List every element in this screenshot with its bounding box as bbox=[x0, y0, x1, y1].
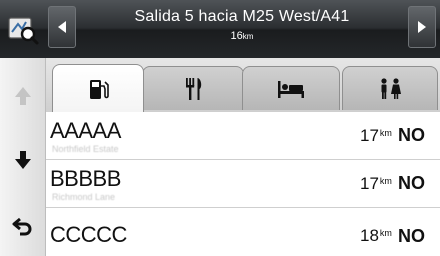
lodging-icon bbox=[278, 80, 304, 98]
category-tabs bbox=[46, 58, 440, 112]
exit-distance-unit: km bbox=[242, 32, 254, 41]
poi-distance-unit: km bbox=[379, 128, 392, 138]
next-exit-button[interactable] bbox=[408, 6, 436, 48]
arrow-left-icon bbox=[58, 21, 66, 33]
tab-restroom[interactable] bbox=[342, 66, 438, 110]
left-rail bbox=[0, 58, 46, 256]
previous-exit-button[interactable] bbox=[48, 6, 76, 48]
poi-direction: NO bbox=[398, 173, 425, 193]
list-item[interactable]: BBBBB Richmond Lane 17km NO bbox=[46, 160, 440, 208]
exit-title: Salida 5 hacia M25 West/A41 bbox=[134, 8, 350, 25]
scroll-down-button[interactable] bbox=[0, 130, 46, 190]
poi-distance-value: 18 bbox=[360, 226, 379, 245]
exit-distance: 16km bbox=[80, 30, 404, 42]
map-search-icon bbox=[8, 17, 39, 45]
back-button[interactable] bbox=[0, 196, 46, 256]
scroll-up-button[interactable] bbox=[0, 66, 46, 126]
header-bar: Salida 5 hacia M25 West/A41 16km bbox=[0, 0, 440, 58]
tab-lodging[interactable] bbox=[242, 66, 340, 110]
poi-address: Richmond Lane bbox=[52, 192, 116, 202]
poi-direction: NO bbox=[398, 226, 425, 246]
list-item[interactable]: CCCCC 18km NO bbox=[46, 208, 440, 256]
poi-name: CCCCC bbox=[50, 222, 127, 247]
list-item[interactable]: AAAAA Northfield Estate 17km NO bbox=[46, 112, 440, 160]
poi-results-list: AAAAA Northfield Estate 17km NO BBBBB Ri… bbox=[46, 112, 440, 256]
tab-fuel[interactable] bbox=[52, 64, 144, 112]
restroom-icon bbox=[381, 77, 401, 99]
exit-distance-value: 16 bbox=[230, 30, 243, 42]
poi-name: AAAAA bbox=[50, 118, 121, 143]
poi-address: Northfield Estate bbox=[52, 144, 119, 154]
poi-distance-unit: km bbox=[379, 228, 392, 238]
restaurant-icon bbox=[186, 77, 202, 100]
back-arrow-icon bbox=[12, 217, 32, 236]
poi-distance: 17km bbox=[360, 126, 392, 146]
arrow-down-icon bbox=[15, 151, 31, 169]
poi-distance-unit: km bbox=[379, 176, 392, 186]
map-search-button[interactable] bbox=[2, 4, 44, 54]
poi-distance: 17km bbox=[360, 174, 392, 194]
exit-info: Salida 5 hacia M25 West/A41 16km bbox=[80, 0, 404, 58]
poi-distance: 18km bbox=[360, 226, 392, 246]
poi-distance-value: 17 bbox=[360, 126, 379, 145]
poi-name: BBBBB bbox=[50, 166, 121, 191]
poi-direction: NO bbox=[398, 125, 425, 145]
poi-distance-value: 17 bbox=[360, 174, 379, 193]
arrow-right-icon bbox=[418, 21, 426, 33]
fuel-icon bbox=[90, 79, 109, 99]
arrow-up-icon bbox=[15, 87, 31, 105]
tab-restaurant[interactable] bbox=[142, 66, 244, 110]
